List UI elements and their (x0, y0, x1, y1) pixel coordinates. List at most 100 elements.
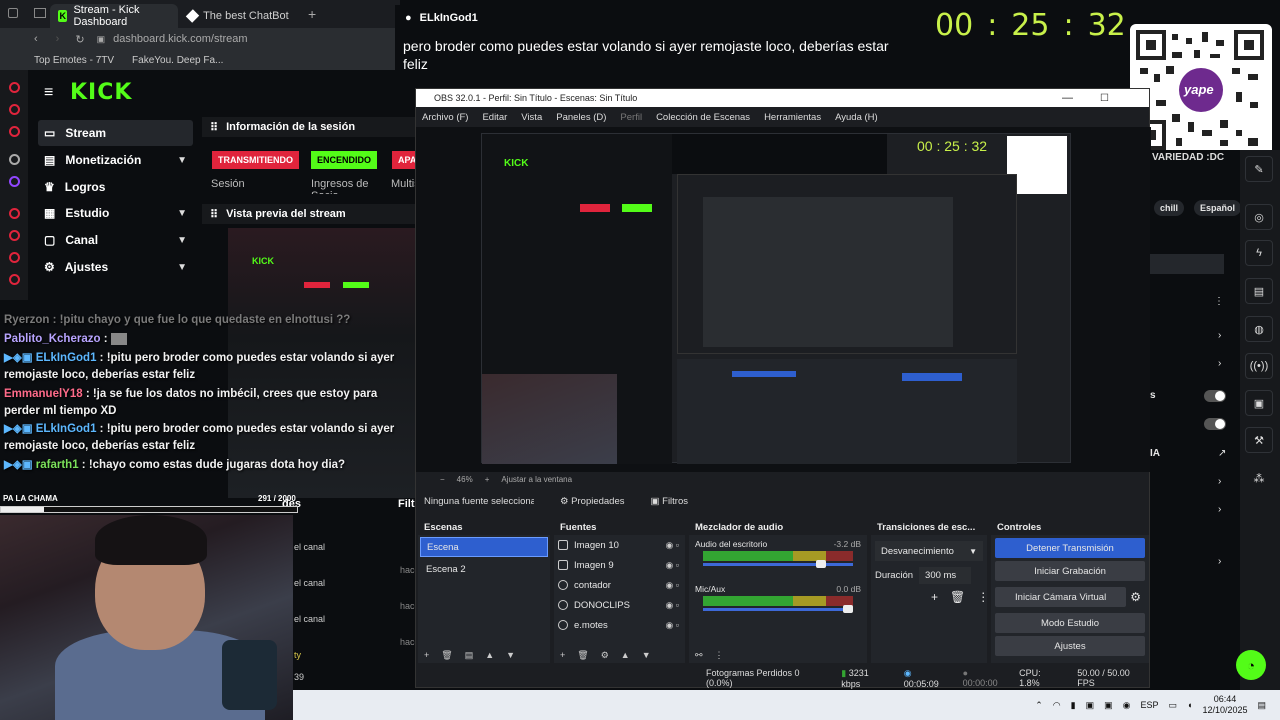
eye-icon[interactable]: ◉ ▫ (665, 540, 679, 551)
studio-mode-button[interactable]: Modo Estudio (995, 613, 1145, 633)
document-icon[interactable]: ▤ (1245, 278, 1273, 304)
back-icon[interactable]: ‹ (34, 33, 38, 45)
gear-icon[interactable]: ⚙ (601, 650, 609, 661)
menu-archivo[interactable]: Archivo (F) (422, 112, 468, 123)
menu-coleccion[interactable]: Colección de Escenas (656, 112, 750, 123)
side-app-icon[interactable] (9, 126, 20, 137)
chat-icon[interactable]: ◍ (1245, 316, 1273, 342)
maximize-icon[interactable]: ☐ (1100, 93, 1109, 104)
trash-icon[interactable]: 🗑 (577, 650, 588, 661)
gear-icon[interactable]: ⚙ (1130, 590, 1141, 604)
drag-handle-icon[interactable]: ⠿ (210, 121, 218, 134)
stop-streaming-button[interactable]: Detener Transmisión (995, 538, 1145, 558)
bookmark-7tv[interactable]: Top Emotes - 7TV (34, 55, 114, 66)
filters-button[interactable]: ▣ Filtros (651, 496, 689, 507)
kick-logo[interactable]: KICK (70, 80, 132, 105)
fit-window-button[interactable]: Ajustar a la ventana (501, 475, 572, 484)
tag-chill[interactable]: chill (1154, 200, 1185, 216)
tab-kick-dashboard[interactable]: K Stream - Kick Dashboard (50, 4, 178, 28)
volume-slider[interactable] (703, 605, 853, 613)
down-arrow-icon[interactable]: ▼ (642, 650, 651, 660)
input-field[interactable] (1150, 254, 1224, 274)
trash-icon[interactable]: 🗑 (441, 650, 452, 661)
menu-ayuda[interactable]: Ayuda (H) (835, 112, 878, 123)
network-icon[interactable]: ▭ (1168, 700, 1177, 711)
tab-chatbot[interactable]: The best ChatBot and W (180, 4, 300, 28)
twitch-icon[interactable] (9, 176, 20, 187)
source-item[interactable]: contador ◉ ▫ (554, 575, 685, 595)
volume-slider[interactable] (703, 560, 853, 568)
add-icon[interactable]: + (560, 650, 565, 660)
chevron-right-icon[interactable]: › (1218, 504, 1221, 515)
toggle-switch[interactable] (1204, 390, 1226, 402)
start-recording-button[interactable]: Iniciar Grabación (995, 561, 1145, 581)
more-icon[interactable]: ⋮ (715, 650, 724, 661)
settings-button[interactable]: Ajustes (995, 636, 1145, 656)
support-chat-icon[interactable]: ◔ (1236, 650, 1266, 680)
drag-handle-icon[interactable]: ⠿ (210, 208, 218, 221)
side-app-icon[interactable] (9, 82, 20, 93)
toggle-switch[interactable] (1204, 418, 1226, 430)
eye-icon[interactable]: ◉ ▫ (665, 600, 679, 611)
chevron-right-icon[interactable]: › (1218, 476, 1221, 487)
sidebar-item-estudio[interactable]: ▦ Estudio ▼ (38, 200, 193, 226)
app-tray-icon[interactable]: ▣ (1104, 700, 1113, 711)
slider-knob[interactable] (816, 560, 826, 568)
properties-button[interactable]: ⚙ Propiedades (560, 496, 625, 507)
notification-icon[interactable]: ▤ (1257, 700, 1266, 711)
eye-icon[interactable]: ◉ ▫ (665, 560, 679, 571)
eye-icon[interactable]: ◉ ▫ (665, 620, 679, 631)
start-virtual-camera-button[interactable]: Iniciar Cámara Virtual (995, 587, 1127, 607)
menu-perfil[interactable]: Perfil (620, 112, 642, 123)
source-item[interactable]: Imagen 10 ◉ ▫ (554, 535, 685, 555)
minimize-icon[interactable]: — (1062, 92, 1073, 104)
more-icon[interactable]: ⋮ (1214, 296, 1224, 307)
new-tab-icon[interactable]: + (308, 6, 316, 22)
camera-icon[interactable]: ◎ (1245, 204, 1273, 230)
chevron-right-icon[interactable]: › (1218, 556, 1221, 567)
url-field[interactable]: dashboard.kick.com/stream (113, 33, 248, 45)
zoom-out-icon[interactable]: − (440, 475, 445, 484)
side-app-icon[interactable] (9, 104, 20, 115)
chevron-right-icon[interactable]: › (1218, 358, 1221, 369)
external-link-icon[interactable]: ↗ (1218, 448, 1226, 459)
duration-input[interactable]: 300 ms (919, 567, 972, 584)
tab-list-icon[interactable] (34, 8, 46, 18)
scene-item[interactable]: Escena 2 (420, 559, 548, 579)
wifi-icon[interactable]: ◠ (1053, 700, 1061, 711)
slider-knob[interactable] (843, 605, 853, 613)
eye-icon[interactable]: ◉ ▫ (665, 580, 679, 591)
sidebar-item-monetizacion[interactable]: ▤ Monetización ▼ (38, 147, 193, 173)
browser-menu-icon[interactable] (8, 8, 18, 18)
chevron-right-icon[interactable]: › (1218, 330, 1221, 341)
sidebar-item-canal[interactable]: ▢ Canal ▼ (38, 227, 193, 253)
filter-icon[interactable]: ▤ (465, 650, 474, 661)
apps-icon[interactable]: ⁂ (1245, 465, 1273, 491)
link-icon[interactable]: ⚯ (695, 650, 703, 661)
mic-tray-icon[interactable]: ▮ (1071, 700, 1076, 711)
source-item[interactable]: e.motes ◉ ▫ (554, 615, 685, 635)
sidebar-item-ajustes[interactable]: ⚙ Ajustes ▼ (38, 254, 193, 280)
clock[interactable]: 06:44 12/10/2025 (1202, 694, 1247, 716)
bookmark-fakeyou[interactable]: FakeYou. Deep Fa... (132, 55, 223, 66)
bolt-icon[interactable]: ϟ (1245, 240, 1273, 266)
menu-editar[interactable]: Editar (482, 112, 507, 123)
sidebar-item-stream[interactable]: ▭ Stream (38, 120, 193, 146)
broadcast-icon[interactable]: ((•)) (1245, 353, 1273, 379)
forward-icon[interactable]: › (56, 33, 60, 45)
obs-preview[interactable]: KICK 00 : 25 : 32 (416, 127, 1151, 472)
side-app-icon[interactable] (9, 230, 20, 241)
site-info-icon[interactable]: ▣ (97, 34, 106, 45)
add-icon[interactable]: + (424, 650, 429, 660)
sidebar-item-logros[interactable]: ♛ Logros (38, 174, 193, 200)
side-app-icon[interactable] (9, 208, 20, 219)
scene-item[interactable]: Escena (420, 537, 548, 557)
edit-icon[interactable]: ✎ (1245, 156, 1273, 182)
transition-select[interactable]: Desvanecimiento ▼ (875, 541, 983, 561)
chevron-up-icon[interactable]: ⌃ (1035, 700, 1043, 711)
wrench-icon[interactable]: ⚒ (1245, 427, 1273, 453)
trash-icon[interactable]: 🗑 (950, 590, 965, 604)
menu-vista[interactable]: Vista (521, 112, 542, 123)
tag-espanol[interactable]: Español (1194, 200, 1242, 216)
hamburger-icon[interactable]: ≡ (44, 84, 53, 102)
